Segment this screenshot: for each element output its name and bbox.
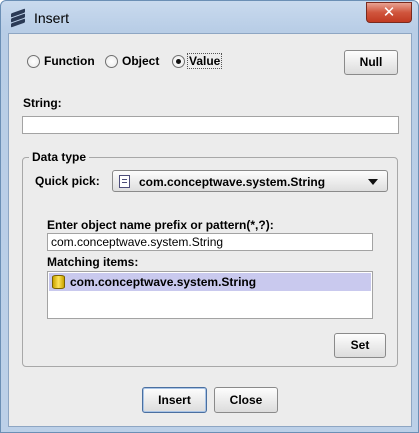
pattern-label: Enter object name prefix or pattern(*,?)…	[47, 218, 274, 232]
data-type-group: Data type Quick pick: com.conceptwave.sy…	[22, 150, 398, 367]
document-icon	[119, 175, 130, 188]
title-bar: Insert ✕	[1, 1, 418, 33]
set-button[interactable]: Set	[334, 333, 386, 358]
close-button[interactable]: Close	[214, 387, 278, 413]
quick-pick-dropdown[interactable]: com.conceptwave.system.String	[112, 170, 388, 192]
matching-items-list[interactable]: com.conceptwave.system.String	[47, 271, 373, 319]
quick-pick-label: Quick pick:	[35, 174, 100, 188]
null-button[interactable]: Null	[344, 50, 398, 75]
quick-pick-value: com.conceptwave.system.String	[139, 175, 326, 189]
radio-object[interactable]	[105, 55, 118, 68]
stack-icon	[11, 8, 25, 28]
chevron-down-icon[interactable]	[368, 179, 378, 185]
string-input[interactable]	[22, 116, 399, 134]
list-item[interactable]: com.conceptwave.system.String	[49, 273, 371, 291]
radio-function-label[interactable]: Function	[44, 54, 95, 68]
window-title: Insert	[34, 10, 70, 26]
cylinder-icon	[52, 275, 65, 289]
matching-items-label: Matching items:	[47, 255, 139, 269]
close-icon[interactable]: ✕	[366, 2, 412, 23]
insert-dialog: Insert ✕ Function Object Value Null Stri…	[0, 0, 419, 433]
radio-object-label[interactable]: Object	[122, 54, 159, 68]
insert-button[interactable]: Insert	[142, 387, 207, 413]
string-label: String:	[23, 96, 62, 110]
data-type-title: Data type	[29, 150, 90, 164]
pattern-input[interactable]: com.conceptwave.system.String	[47, 233, 373, 251]
radio-value[interactable]	[172, 55, 185, 68]
list-item-label: com.conceptwave.system.String	[70, 275, 257, 289]
dialog-body: Function Object Value Null String: Data …	[8, 33, 412, 427]
radio-value-label[interactable]: Value	[187, 53, 223, 69]
radio-function[interactable]	[27, 55, 40, 68]
